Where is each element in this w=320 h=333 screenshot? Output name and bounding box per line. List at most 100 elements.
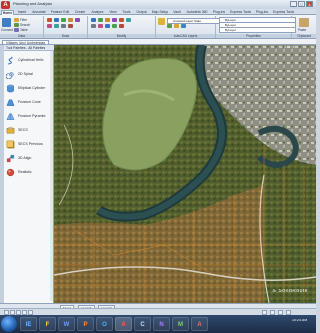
palette-item-label: SECS bbox=[18, 128, 28, 132]
start-button[interactable] bbox=[1, 316, 17, 332]
palette-item-cylindrical-helix[interactable]: Cylindrical Helix bbox=[5, 55, 53, 67]
pyramid-icon bbox=[6, 113, 15, 120]
tab-tools[interactable]: Tools bbox=[120, 10, 133, 15]
status-bar bbox=[0, 308, 316, 315]
paste-icon[interactable] bbox=[299, 18, 309, 27]
panel-layers: Unsaved Layer State AutoCAD Layers bbox=[156, 16, 220, 38]
trim-icon[interactable] bbox=[119, 18, 124, 22]
document-tab[interactable]: Villages (Arc) Andmendag bbox=[2, 39, 50, 45]
connect-label[interactable]: Connect bbox=[1, 28, 13, 32]
rectangle-icon[interactable] bbox=[75, 18, 80, 22]
taskbar-app-autocad-2[interactable]: A bbox=[191, 317, 208, 331]
move-icon[interactable] bbox=[91, 18, 96, 22]
layer-on-icon[interactable] bbox=[167, 24, 172, 28]
linetype-dropdown[interactable]: ByLayer bbox=[219, 27, 296, 33]
rotate-icon[interactable] bbox=[105, 18, 110, 22]
polyline-icon[interactable] bbox=[54, 18, 59, 22]
point-icon[interactable] bbox=[61, 24, 66, 28]
stretch-icon[interactable] bbox=[98, 24, 103, 28]
aerial-map bbox=[54, 45, 316, 303]
table-icon[interactable] bbox=[14, 28, 19, 32]
tab-home[interactable]: Home bbox=[1, 9, 14, 15]
panel-clipboard-label: Clipboard bbox=[292, 34, 316, 38]
tab-plug-ins-2[interactable]: Plug-ins bbox=[254, 10, 270, 15]
taskbar-app-onenote[interactable]: N bbox=[153, 317, 170, 331]
circle-icon[interactable] bbox=[61, 18, 66, 22]
erase-icon[interactable] bbox=[119, 24, 124, 28]
array-icon[interactable] bbox=[112, 24, 117, 28]
tab-feature-edit[interactable]: Feature Edit bbox=[49, 10, 71, 15]
tab-express-tools[interactable]: Express Tools bbox=[228, 10, 253, 15]
search-label[interactable]: Search bbox=[20, 23, 30, 27]
tab-map-setup[interactable]: Map Setup bbox=[150, 10, 170, 15]
mirror-icon[interactable] bbox=[112, 18, 117, 22]
taskbar-app-word[interactable]: W bbox=[58, 317, 75, 331]
fillet-icon[interactable] bbox=[105, 24, 110, 28]
palette-item-label: Frustum Pyramid bbox=[18, 114, 46, 118]
map-viewport[interactable]: N 41 55 ♨ SolidRoute bbox=[54, 45, 316, 303]
tab-vault[interactable]: Vault bbox=[171, 10, 183, 15]
tab-express-tools-2[interactable]: Express Tools bbox=[271, 10, 296, 15]
cone-icon bbox=[6, 99, 15, 106]
secs-previous-icon bbox=[6, 140, 15, 149]
taskbar-app-folder[interactable]: F bbox=[39, 317, 56, 331]
layer-properties-icon[interactable] bbox=[158, 18, 165, 25]
tab-plug-ins[interactable]: Plug-ins bbox=[211, 10, 227, 15]
taskbar-app-powerpoint[interactable]: P bbox=[77, 317, 94, 331]
palette-header: Tool Palettes - All Palettes bbox=[4, 45, 54, 51]
panel-data-label: Data bbox=[0, 34, 43, 38]
close-button[interactable]: x bbox=[306, 1, 313, 7]
arc-icon[interactable] bbox=[68, 18, 73, 22]
layer-freeze-icon[interactable] bbox=[174, 24, 179, 28]
scale-icon[interactable] bbox=[91, 24, 96, 28]
palette-item-label: Elliptical Cylinder bbox=[18, 86, 46, 90]
palette-item-secs[interactable]: SECS bbox=[5, 125, 53, 137]
hatch-icon[interactable] bbox=[47, 24, 52, 28]
clock[interactable]: 10:24 AM bbox=[292, 319, 307, 323]
tab-annotate[interactable]: Annotate bbox=[30, 10, 48, 15]
text-icon[interactable] bbox=[68, 24, 73, 28]
taskbar-app-civil[interactable]: C bbox=[134, 317, 151, 331]
taskbar-app-map[interactable]: M bbox=[172, 317, 189, 331]
filter-label[interactable]: Filter bbox=[20, 18, 27, 22]
extend-icon[interactable] bbox=[126, 18, 131, 22]
taskbar-app-outlook[interactable]: O bbox=[96, 317, 113, 331]
paste-label[interactable]: Paste bbox=[298, 28, 306, 32]
table-label[interactable]: Table bbox=[20, 28, 28, 32]
palette-item-2d-spiral[interactable]: 2D Spiral bbox=[5, 69, 53, 81]
palette-item-elliptical-cylinder[interactable]: Elliptical Cylinder bbox=[5, 83, 53, 95]
ellipse-icon[interactable] bbox=[54, 24, 59, 28]
palette-item-frustum-pyramid[interactable]: Frustum Pyramid bbox=[5, 111, 53, 123]
tab-create[interactable]: Create bbox=[72, 10, 88, 15]
taskbar-app-autocad[interactable]: A bbox=[115, 317, 132, 331]
panel-modify: Modify bbox=[88, 16, 156, 38]
coordinate-readout: N 41 55 bbox=[284, 46, 295, 49]
align-3d-icon bbox=[6, 154, 15, 163]
application-menu-button[interactable]: A bbox=[1, 1, 10, 9]
filter-icon[interactable] bbox=[14, 18, 19, 22]
panel-clipboard: Paste Clipboard bbox=[292, 16, 316, 38]
palette-scrollbar[interactable] bbox=[50, 51, 53, 301]
connect-icon[interactable] bbox=[2, 18, 11, 27]
line-icon[interactable] bbox=[47, 18, 52, 22]
tab-autodesk-360[interactable]: Autodesk 360 bbox=[184, 10, 210, 15]
tab-view[interactable]: View bbox=[107, 10, 119, 15]
palette-item-secs-previous[interactable]: SECS Previous bbox=[5, 139, 53, 151]
spiral-icon bbox=[6, 72, 14, 79]
maximize-button[interactable]: □ bbox=[298, 1, 305, 7]
copy-icon[interactable] bbox=[98, 18, 103, 22]
tab-output[interactable]: Output bbox=[134, 10, 149, 15]
palette-item-3d-align[interactable]: 3D Align bbox=[5, 153, 53, 165]
search-icon[interactable] bbox=[14, 23, 19, 27]
tab-analyze[interactable]: Analyze bbox=[89, 10, 106, 15]
tab-insert[interactable]: Insert bbox=[15, 10, 29, 15]
ribbon: Connect Filter Search Table Data Draw Mo… bbox=[0, 15, 316, 39]
taskbar-app-ie[interactable]: IE bbox=[20, 317, 37, 331]
minimize-button[interactable]: _ bbox=[290, 1, 297, 7]
palette-item-realistic[interactable]: Realistic bbox=[5, 167, 53, 179]
layer-lock-icon[interactable] bbox=[181, 24, 186, 28]
panel-modify-label: Modify bbox=[88, 34, 155, 38]
palette-item-frustum-cone[interactable]: Frustum Cone bbox=[5, 97, 53, 109]
palette-item-label: 2D Spiral bbox=[18, 72, 33, 76]
palette-title-strip[interactable] bbox=[0, 45, 4, 303]
